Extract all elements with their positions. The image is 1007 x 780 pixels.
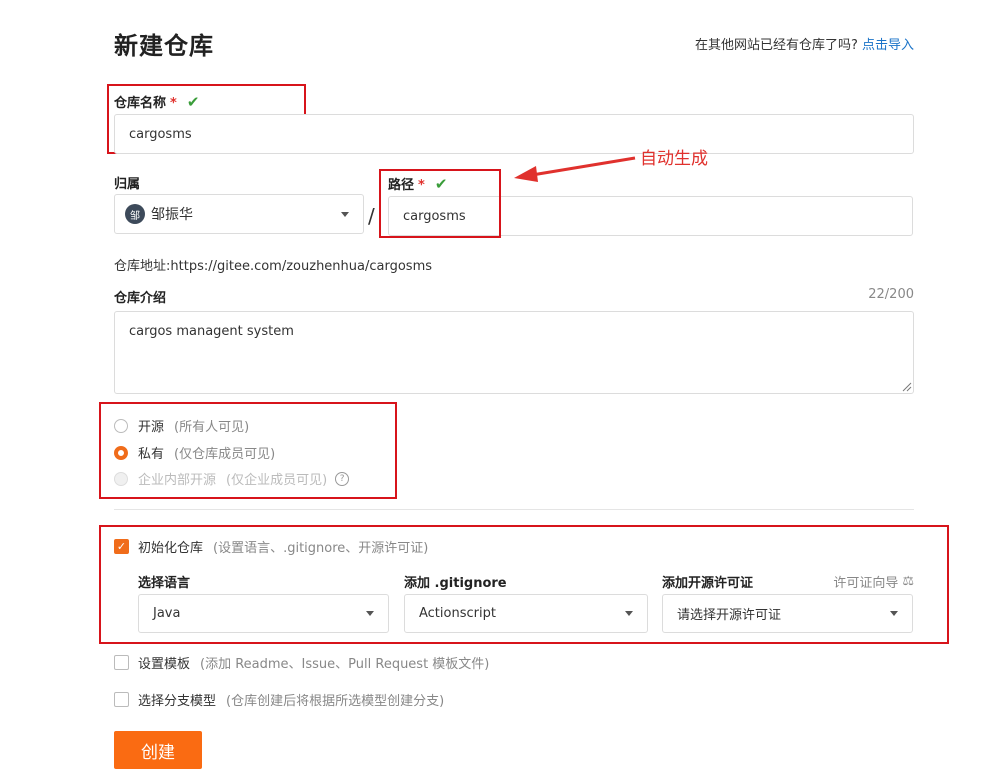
chevron-down-icon	[625, 611, 633, 616]
checkbox-branch[interactable]	[114, 692, 129, 707]
chevron-down-icon	[890, 611, 898, 616]
owner-label: 归属	[114, 177, 141, 192]
path-label-text: 路径	[388, 178, 415, 193]
repo-address-value: https://gitee.com/zouzhenhua/cargosms	[170, 259, 433, 274]
init-repo-hint: (设置语言、.gitignore、开源许可证)	[213, 541, 429, 556]
divider	[114, 509, 914, 510]
scale-icon: ⚖	[902, 574, 914, 589]
checkbox-template[interactable]	[114, 655, 129, 670]
visibility-internal-hint: (仅企业成员可见)	[226, 473, 328, 488]
checkmark-icon: ✔	[434, 175, 448, 193]
gitignore-label: 添加 .gitignore	[404, 576, 507, 591]
gitignore-select[interactable]: Actionscript	[404, 594, 648, 633]
branch-option[interactable]: 选择分支模型 (仓库创建后将根据所选模型创建分支)	[114, 690, 444, 709]
visibility-private-hint: (仅仓库成员可见)	[174, 447, 276, 462]
required-mark: *	[418, 178, 425, 193]
repo-address-label: 仓库地址:	[114, 259, 171, 274]
visibility-public-label: 开源	[138, 420, 165, 435]
help-icon[interactable]: ?	[335, 471, 350, 486]
radio-internal	[114, 471, 128, 486]
repo-name-input[interactable]: cargosms	[114, 114, 914, 154]
language-label: 选择语言	[138, 576, 191, 591]
resize-handle-icon[interactable]	[902, 382, 912, 392]
description-value: cargos managent system	[129, 324, 294, 339]
visibility-internal-label: 企业内部开源	[138, 473, 217, 488]
license-label: 添加开源许可证	[662, 576, 754, 591]
owner-value: 邹振华	[151, 207, 193, 223]
license-select[interactable]: 请选择开源许可证	[662, 594, 913, 633]
checkbox-init-repo[interactable]: ✓	[114, 539, 129, 554]
template-option[interactable]: 设置模板 (添加 Readme、Issue、Pull Request 模板文件)	[114, 653, 489, 672]
path-label: 路径 * ✔	[388, 174, 447, 193]
radio-public[interactable]	[114, 418, 128, 433]
annotation-arrow-icon	[514, 156, 636, 182]
visibility-option-internal: 企业内部开源 (仅企业成员可见) ?	[114, 469, 350, 488]
license-guide-link[interactable]: 许可证向导 ⚖	[833, 572, 914, 591]
description-counter: 22/200	[868, 287, 914, 302]
template-hint: (添加 Readme、Issue、Pull Request 模板文件)	[200, 657, 490, 672]
branch-label: 选择分支模型	[138, 694, 217, 709]
visibility-private-label: 私有	[138, 447, 165, 462]
avatar: 邹	[125, 204, 145, 224]
import-prompt: 在其他网站已经有仓库了吗? 点击导入	[695, 34, 914, 53]
annotation-text: 自动生成	[640, 149, 708, 169]
description-textarea[interactable]: cargos managent system	[114, 311, 914, 394]
repo-name-label-text: 仓库名称	[114, 96, 167, 111]
init-repo-label: 初始化仓库	[138, 541, 204, 556]
owner-select[interactable]: 邹 邹振华	[114, 194, 364, 234]
visibility-option-private[interactable]: 私有 (仅仓库成员可见)	[114, 443, 275, 462]
description-label: 仓库介绍	[114, 291, 167, 306]
checkmark-icon: ✔	[186, 93, 200, 111]
license-value: 请选择开源许可证	[677, 608, 782, 623]
required-mark: *	[170, 96, 177, 111]
repo-name-value: cargosms	[129, 126, 192, 142]
language-select[interactable]: Java	[138, 594, 389, 633]
path-separator: /	[368, 204, 375, 228]
repo-address: 仓库地址:https://gitee.com/zouzhenhua/cargos…	[114, 255, 432, 274]
chevron-down-icon	[341, 211, 349, 217]
create-button[interactable]: 创建	[114, 731, 202, 769]
visibility-option-public[interactable]: 开源 (所有人可见)	[114, 416, 249, 435]
gitignore-value: Actionscript	[419, 606, 496, 621]
repo-name-label: 仓库名称 * ✔	[114, 92, 199, 111]
template-label: 设置模板	[138, 657, 191, 672]
owner-selected: 邹 邹振华	[125, 204, 193, 224]
visibility-public-hint: (所有人可见)	[174, 420, 250, 435]
import-link[interactable]: 点击导入	[862, 38, 914, 53]
branch-hint: (仓库创建后将根据所选模型创建分支)	[226, 694, 445, 709]
chevron-down-icon	[366, 611, 374, 616]
radio-private[interactable]	[114, 445, 128, 460]
init-repo-option[interactable]: ✓ 初始化仓库 (设置语言、.gitignore、开源许可证)	[114, 537, 428, 556]
page-title: 新建仓库	[114, 32, 214, 60]
license-guide-text: 许可证向导	[833, 576, 899, 591]
import-prompt-text: 在其他网站已经有仓库了吗?	[694, 38, 858, 53]
language-value: Java	[153, 606, 181, 621]
